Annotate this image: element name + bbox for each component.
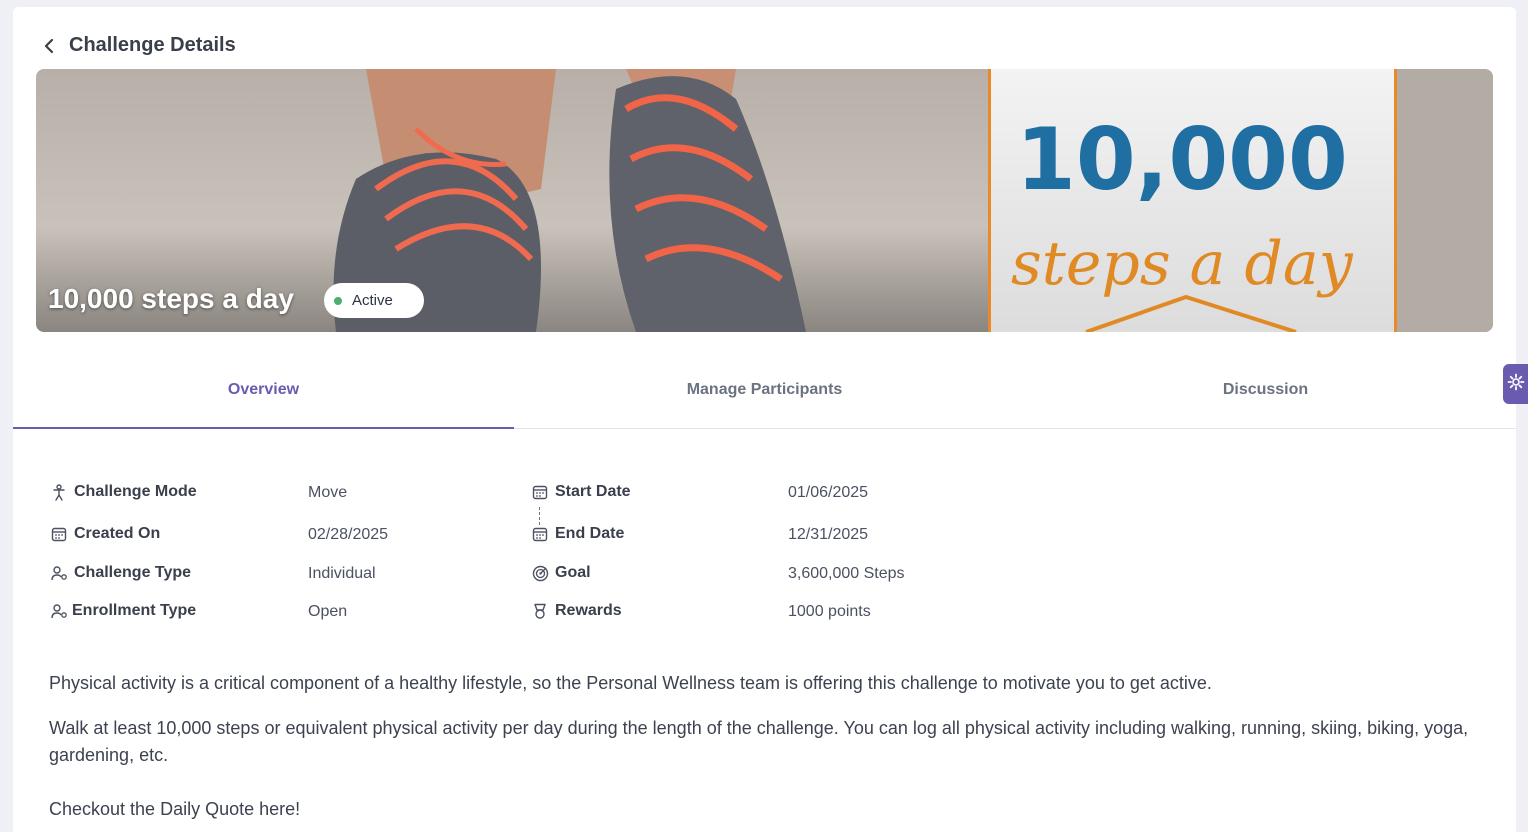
detail-label: Enrollment Type: [72, 602, 197, 619]
users-gear-icon: [50, 564, 68, 582]
detail-label: Rewards: [555, 602, 622, 619]
challenge-name: 10,000 steps a day: [48, 283, 294, 314]
banner-image-number: 10,000: [1016, 110, 1348, 210]
calendar-icon: [531, 525, 549, 543]
page-title: Challenge Details: [69, 34, 236, 56]
detail-challenge-type: Challenge Type: [50, 564, 191, 582]
detail-label: Goal: [555, 564, 591, 581]
chevron-left-icon[interactable]: [41, 36, 57, 56]
detail-label: End Date: [555, 525, 625, 542]
detail-value: 01/06/2025: [788, 484, 869, 501]
gear-icon: [1507, 373, 1525, 396]
page-header: Challenge Details: [41, 34, 236, 57]
description-paragraph: Physical activity is a critical componen…: [49, 673, 1212, 693]
detail-label: Start Date: [555, 483, 631, 500]
challenge-banner: 10,000 steps a day 10,000 steps a day Ac…: [36, 69, 1493, 332]
challenge-details-card: Challenge Details 10,000 steps a day 10,…: [13, 7, 1516, 832]
tab-discussion[interactable]: Discussion: [1015, 352, 1516, 428]
detail-value: 1000 points: [788, 603, 871, 620]
detail-label: Challenge Mode: [74, 483, 197, 500]
tab-bar: Overview Manage Participants Discussion: [13, 352, 1516, 429]
users-gear-icon: [50, 602, 68, 620]
tab-overview[interactable]: Overview: [13, 352, 514, 429]
detail-label: Challenge Type: [74, 564, 192, 581]
status-label: Active: [352, 292, 393, 309]
detail-value: Move: [308, 484, 348, 501]
settings-button[interactable]: [1503, 364, 1528, 404]
challenge-description: Physical activity is a critical componen…: [49, 670, 1469, 832]
detail-enrollment-type: Enrollment Type: [50, 602, 196, 620]
detail-end-date: End Date: [531, 525, 624, 543]
detail-challenge-mode: Challenge Mode: [50, 483, 197, 501]
detail-created-on: Created On: [50, 525, 160, 543]
challenge-details: Challenge Mode Move Created On 02/28/202…: [50, 473, 950, 623]
detail-value: Open: [308, 603, 348, 620]
detail-value: 02/28/2025: [308, 526, 389, 543]
detail-value: 12/31/2025: [788, 526, 869, 543]
trophy-icon: [531, 602, 549, 620]
tab-manage-participants[interactable]: Manage Participants: [514, 352, 1015, 428]
walking-person-icon: [50, 483, 68, 501]
banner-image-script: steps a day: [1011, 229, 1354, 299]
daily-quote-text: Checkout the Daily Quote here!: [49, 799, 301, 819]
target-icon: [531, 564, 549, 582]
detail-goal: Goal: [531, 564, 591, 582]
detail-rewards: Rewards: [531, 602, 622, 620]
detail-value: Individual: [308, 565, 376, 582]
calendar-icon: [531, 483, 549, 501]
detail-start-date: Start Date: [531, 483, 631, 501]
date-range-connector: [539, 507, 540, 525]
status-badge: Active: [324, 283, 424, 318]
status-dot-icon: [334, 296, 342, 305]
calendar-icon: [50, 525, 68, 543]
detail-label: Created On: [74, 525, 161, 542]
detail-value: 3,600,000 Steps: [788, 565, 905, 582]
description-paragraph: Walk at least 10,000 steps or equivalent…: [49, 718, 1469, 765]
